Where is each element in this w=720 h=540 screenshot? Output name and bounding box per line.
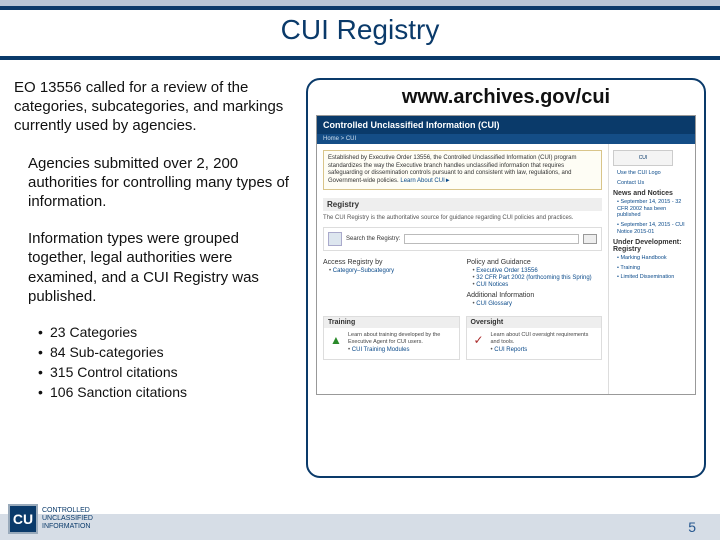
sidebar-logo: CUI	[613, 150, 673, 166]
page-number: 5	[688, 519, 696, 535]
card-heading: Oversight	[467, 317, 602, 328]
registry-link[interactable]: CUI Glossary	[473, 301, 603, 307]
bullet-item: •84 Sub-categories	[38, 344, 292, 362]
col-heading: Additional Information	[467, 292, 603, 299]
right-column: www.archives.gov/cui Controlled Unclassi…	[306, 78, 706, 478]
dev-item: • Marking Handbook	[617, 255, 691, 262]
left-column: EO 13556 called for a review of the cate…	[14, 78, 292, 478]
search-label: Search the Registry:	[346, 236, 400, 242]
search-icon	[328, 232, 342, 246]
content-area: EO 13556 called for a review of the cate…	[0, 60, 720, 478]
paragraph-3: Information types were grouped together,…	[28, 229, 292, 306]
embedded-screenshot: Controlled Unclassified Information (CUI…	[316, 115, 696, 395]
slide-title: CUI Registry	[0, 0, 720, 46]
news-item[interactable]: • September 14, 2015 - CUI Notice 2015-0…	[617, 222, 691, 235]
dev-item: • Limited Dissemination	[617, 274, 691, 281]
col-heading: Access Registry by	[323, 259, 459, 266]
paragraph-2: Agencies submitted over 2, 200 authoriti…	[28, 154, 292, 212]
bullet-item: •23 Categories	[38, 324, 292, 342]
sidebar-link[interactable]: Contact Us	[617, 180, 691, 187]
sidebar-heading: Under Development: Registry	[613, 239, 691, 253]
site-url: www.archives.gov/cui	[316, 86, 696, 109]
footer-logo: CU CONTROLLED UNCLASSIFIED INFORMATION	[8, 504, 93, 534]
sidebar-heading: News and Notices	[613, 190, 691, 197]
sidebar-link[interactable]: Use the CUI Logo	[617, 170, 691, 177]
training-card: Training ▲ Learn about training develope…	[323, 316, 460, 360]
paragraph-1: EO 13556 called for a review of the cate…	[14, 78, 292, 136]
registry-desc: The CUI Registry is the authoritative so…	[323, 215, 602, 221]
registry-link[interactable]: 32 CFR Part 2002 (forthcoming this Sprin…	[473, 275, 603, 281]
bullet-list: •23 Categories •84 Sub-categories •315 C…	[38, 324, 292, 402]
learn-about-link[interactable]: Learn About CUI►	[400, 178, 450, 184]
training-link[interactable]: CUI Training Modules	[348, 347, 455, 354]
intro-box: Established by Executive Order 13556, th…	[323, 150, 602, 190]
registry-columns: Access Registry by Category–Subcategory …	[323, 259, 602, 308]
bullet-item: •315 Control citations	[38, 364, 292, 382]
registry-link[interactable]: Category–Subcategory	[329, 268, 459, 274]
policy-guidance-col: Policy and Guidance Executive Order 1355…	[467, 259, 603, 308]
card-text: Learn about CUI oversight requirements a…	[491, 332, 589, 345]
screenshot-main: Established by Executive Order 13556, th…	[317, 144, 609, 394]
access-registry-col: Access Registry by Category–Subcategory	[323, 259, 459, 308]
screenshot-banner: Controlled Unclassified Information (CUI…	[317, 116, 695, 134]
news-item[interactable]: • September 14, 2015 - 32 CFR 2002 has b…	[617, 199, 691, 219]
dev-item: • Training	[617, 265, 691, 272]
footer-bar: 5	[0, 514, 720, 540]
registry-link[interactable]: CUI Notices	[473, 282, 603, 288]
search-go-button[interactable]	[583, 234, 597, 244]
logo-square: CU	[8, 504, 38, 534]
bullet-item: •106 Sanction citations	[38, 384, 292, 402]
col-heading: Policy and Guidance	[467, 259, 603, 266]
screenshot-body: Established by Executive Order 13556, th…	[317, 144, 695, 394]
card-text: Learn about training developed by the Ex…	[348, 332, 440, 345]
registry-heading: Registry	[323, 198, 602, 211]
screenshot-sidebar: CUI Use the CUI Logo Contact Us News and…	[609, 144, 695, 394]
training-icon: ▲	[328, 332, 344, 348]
search-input[interactable]	[404, 234, 579, 244]
oversight-icon: ✓	[471, 332, 487, 348]
registry-link[interactable]: Executive Order 13556	[473, 268, 603, 274]
oversight-link[interactable]: CUI Reports	[491, 347, 598, 354]
bottom-cards: Training ▲ Learn about training develope…	[323, 316, 602, 360]
breadcrumb: Home > CUI	[317, 134, 695, 144]
search-registry-row: Search the Registry:	[323, 227, 602, 251]
logo-text: CONTROLLED UNCLASSIFIED INFORMATION	[42, 507, 93, 530]
oversight-card: Oversight ✓ Learn about CUI oversight re…	[466, 316, 603, 360]
card-heading: Training	[324, 317, 459, 328]
title-bar: CUI Registry	[0, 0, 720, 54]
